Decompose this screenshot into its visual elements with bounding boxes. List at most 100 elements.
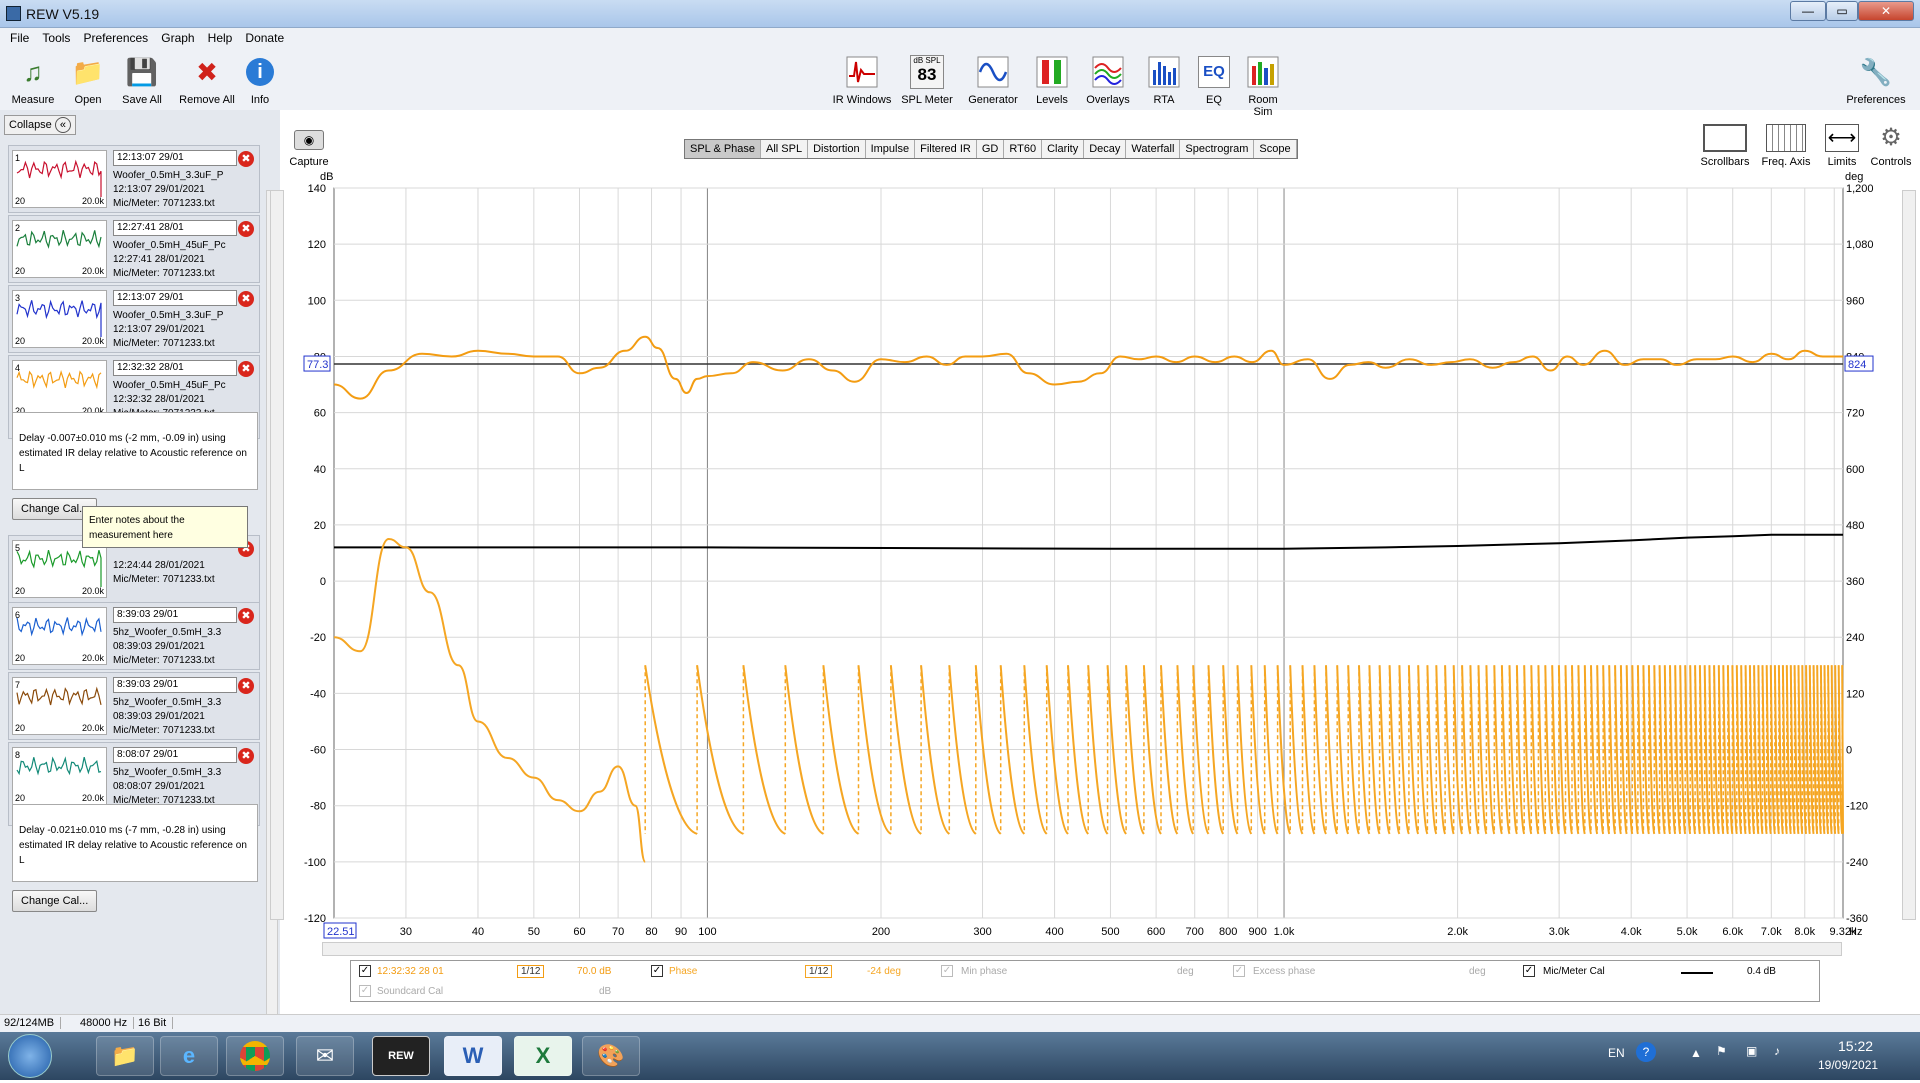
generator-button[interactable]: Generator	[966, 54, 1020, 106]
ie-icon[interactable]: e	[160, 1036, 218, 1076]
measurement-thumbnail[interactable]: 1 20 20.0k	[12, 150, 107, 208]
measurement-item[interactable]: 1 20 20.0k 12:13:07 29/01 ✖ Woofer_0.5mH_3.3u…	[8, 145, 260, 213]
graph-tab[interactable]: SPL & Phase	[685, 140, 762, 158]
explorer-icon[interactable]: 📁	[96, 1036, 154, 1076]
measurement-thumbnail[interactable]: 8 20 20.0k	[12, 747, 107, 805]
graph-tab[interactable]: Filtered IR	[915, 140, 977, 158]
remove-measurement-icon[interactable]: ✖	[238, 678, 254, 694]
measurement-thumbnail[interactable]: 6 20 20.0k	[12, 607, 107, 665]
measurement-thumbnail[interactable]: 2 20 20.0k	[12, 220, 107, 278]
volume-icon[interactable]: ♪	[1774, 1044, 1780, 1058]
menu-donate[interactable]: Donate	[245, 28, 284, 48]
graph-tab[interactable]: GD	[977, 140, 1005, 158]
graph-tab[interactable]: Decay	[1084, 140, 1127, 158]
measurement-time-field[interactable]: 12:13:07 29/01	[113, 290, 237, 306]
graph-tab[interactable]: Clarity	[1042, 140, 1085, 158]
overlays-button[interactable]: Overlays	[1080, 54, 1136, 106]
measurement-thumbnail[interactable]: 5 20 20.0k	[12, 540, 107, 598]
rew-icon[interactable]: REW	[372, 1036, 430, 1076]
remove-measurement-icon[interactable]: ✖	[238, 151, 254, 167]
eq-button[interactable]: EQ EQ	[1196, 54, 1232, 106]
menu-preferences[interactable]: Preferences	[83, 28, 148, 48]
chrome-icon[interactable]	[226, 1036, 284, 1076]
graph-tab[interactable]: Waterfall	[1126, 140, 1181, 158]
measurement-item[interactable]: 6 20 20.0k 8:39:03 29/01 ✖ 5hz_Woofer_0.5mH_3…	[8, 602, 260, 670]
clock-date[interactable]: 19/09/2021	[1818, 1058, 1878, 1072]
measurement-thumbnail[interactable]: 7 20 20.0k	[12, 677, 107, 735]
graph-tab[interactable]: Scope	[1254, 140, 1297, 158]
close-button[interactable]: ✕	[1858, 1, 1914, 21]
x-tick-label: 9.32k	[1830, 926, 1857, 938]
remove-all-button[interactable]: ✖ Remove All	[176, 54, 238, 107]
graph-tool-limits[interactable]: ⟷ Limits	[1822, 124, 1862, 168]
graph-tab[interactable]: RT60	[1004, 140, 1043, 158]
menu-graph[interactable]: Graph	[161, 28, 194, 48]
excel-icon[interactable]: X	[514, 1036, 572, 1076]
phase-checkbox[interactable]: ✓	[651, 965, 663, 977]
measurement-item[interactable]: 2 20 20.0k 12:27:41 28/01 ✖ Woofer_0.5mH_45uF…	[8, 215, 260, 283]
network-icon[interactable]: ▣	[1746, 1044, 1757, 1058]
measurement-item[interactable]: 7 20 20.0k 8:39:03 29/01 ✖ 5hz_Woofer_0.5mH_3…	[8, 672, 260, 740]
measurement-time-field[interactable]: 8:39:03 29/01	[113, 607, 237, 623]
measurement-thumbnail[interactable]: 3 20 20.0k	[12, 290, 107, 348]
outlook-icon[interactable]: ✉	[296, 1036, 354, 1076]
help-icon[interactable]: ?	[1636, 1042, 1656, 1062]
minimize-button[interactable]: —	[1790, 1, 1826, 21]
change-cal-button[interactable]: Change Cal...	[12, 890, 98, 912]
remove-measurement-icon[interactable]: ✖	[238, 361, 254, 377]
graph-tab[interactable]: Distortion	[808, 140, 866, 158]
preferences-button[interactable]: 🔧 Preferences	[1842, 54, 1910, 107]
measurement-notes[interactable]: Delay -0.007±0.010 ms (-2 mm, -0.09 in) …	[12, 412, 258, 490]
excess-phase-checkbox[interactable]: ✓	[1233, 965, 1245, 977]
measurement-time-field[interactable]: 8:08:07 29/01	[113, 747, 237, 763]
flag-icon[interactable]: ⚑	[1716, 1044, 1727, 1058]
collapse-button[interactable]: Collapse «	[4, 115, 76, 135]
remove-measurement-icon[interactable]: ✖	[238, 291, 254, 307]
paint-icon[interactable]: 🎨	[582, 1036, 640, 1076]
levels-button[interactable]: Levels	[1030, 54, 1074, 106]
save-all-button[interactable]: 💾 Save All	[118, 54, 166, 107]
min-phase-checkbox[interactable]: ✓	[941, 965, 953, 977]
room-sim-button[interactable]: Room Sim	[1238, 54, 1288, 118]
rta-button[interactable]: RTA	[1144, 54, 1184, 106]
menu-help[interactable]: Help	[208, 28, 233, 48]
measurement-notes[interactable]: Delay -0.021±0.010 ms (-7 mm, -0.28 in) …	[12, 804, 258, 882]
measurement-time-field[interactable]: 12:13:07 29/01	[113, 150, 237, 166]
spl-meter-button[interactable]: dB SPL 83 SPL Meter	[900, 54, 954, 106]
menu-tools[interactable]: Tools	[42, 28, 70, 48]
measurement-time-field[interactable]: 8:39:03 29/01	[113, 677, 237, 693]
open-button[interactable]: 📁 Open	[66, 54, 110, 107]
remove-measurement-icon[interactable]: ✖	[238, 748, 254, 764]
start-icon[interactable]	[8, 1034, 52, 1078]
remove-measurement-icon[interactable]: ✖	[238, 221, 254, 237]
show-hidden-icons[interactable]: ▲	[1690, 1046, 1702, 1060]
phase-smoothing[interactable]: 1/12	[805, 965, 833, 978]
measurement-time-field[interactable]: 12:32:32 28/01	[113, 360, 237, 376]
trace-checkbox[interactable]: ✓	[359, 965, 371, 977]
measurement-item[interactable]: 3 20 20.0k 12:13:07 29/01 ✖ Woofer_0.5mH_3.3u…	[8, 285, 260, 353]
language-indicator[interactable]: EN	[1608, 1046, 1625, 1060]
measurement-thumbnail[interactable]: 4 20 20.0k	[12, 360, 107, 418]
clock-time[interactable]: 15:22	[1838, 1038, 1873, 1054]
right-axis-scrollbar[interactable]	[1902, 190, 1916, 920]
graph-tool-scrollbars[interactable]: Scrollbars	[1698, 124, 1752, 168]
graph-tab[interactable]: Spectrogram	[1180, 140, 1255, 158]
info-button[interactable]: i Info	[244, 54, 276, 106]
capture-button[interactable]: ◉ Capture	[286, 130, 332, 168]
word-icon[interactable]: W	[444, 1036, 502, 1076]
ir-windows-button[interactable]: IR Windows	[830, 54, 894, 106]
graph-tool-freq-axis[interactable]: Freq. Axis	[1758, 124, 1814, 168]
soundcard-cal-checkbox[interactable]: ✓	[359, 985, 371, 997]
spl-smoothing[interactable]: 1/12	[517, 965, 545, 978]
maximize-button[interactable]: ▭	[1826, 1, 1858, 21]
graph-tab[interactable]: Impulse	[866, 140, 916, 158]
left-axis-scrollbar[interactable]	[270, 190, 284, 920]
measurement-time-field[interactable]: 12:27:41 28/01	[113, 220, 237, 236]
menu-file[interactable]: File	[10, 28, 29, 48]
remove-measurement-icon[interactable]: ✖	[238, 608, 254, 624]
graph-tab[interactable]: All SPL	[761, 140, 809, 158]
measure-button[interactable]: ♫ Measure	[8, 54, 58, 107]
horizontal-scrollbar[interactable]	[322, 942, 1842, 956]
mic-cal-checkbox[interactable]: ✓	[1523, 965, 1535, 977]
graph-tool-controls[interactable]: ⚙ Controls	[1866, 124, 1916, 168]
